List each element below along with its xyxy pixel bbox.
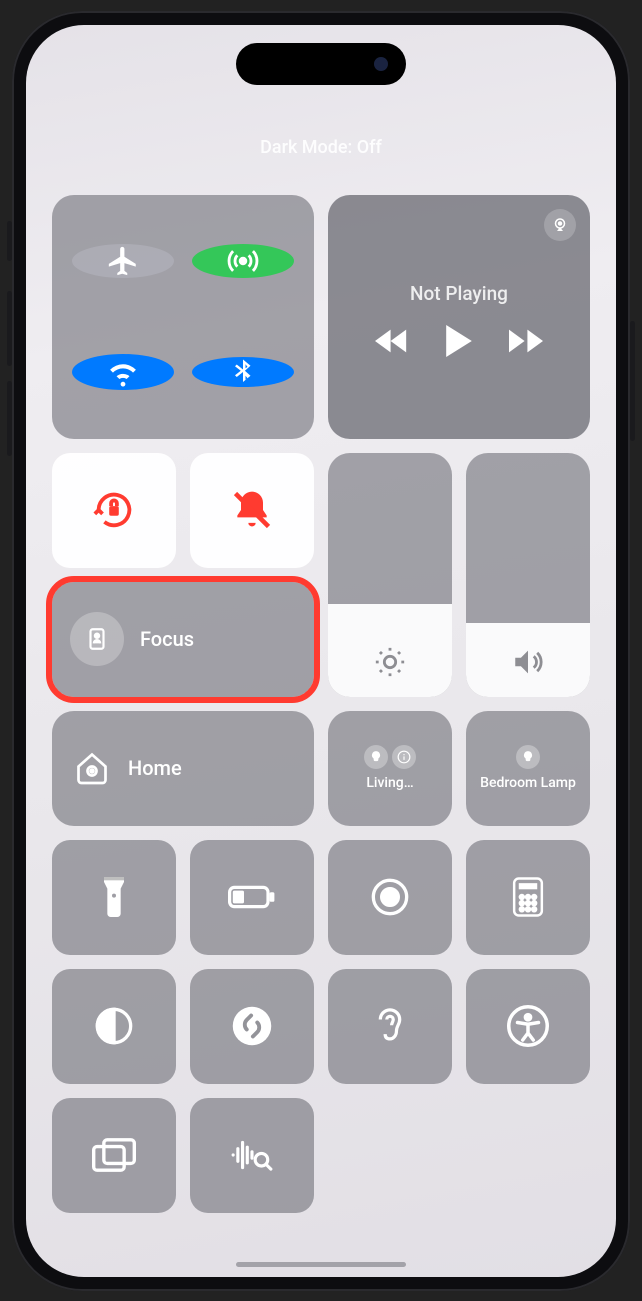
home-label: Home (128, 756, 182, 780)
media-controls[interactable]: Not Playing (328, 195, 590, 439)
wifi-icon (105, 354, 141, 390)
bulb-icon (521, 750, 535, 764)
accessory-living[interactable]: Living… (328, 711, 452, 826)
bell-slash-icon (230, 488, 274, 532)
antenna-icon (226, 244, 260, 278)
calculator-icon (512, 877, 544, 917)
accessibility-button[interactable] (466, 969, 590, 1084)
low-power-mode-button[interactable] (190, 840, 314, 955)
power-button (630, 321, 635, 441)
dynamic-island (236, 43, 406, 85)
bluetooth-toggle[interactable] (192, 357, 294, 387)
volume-down-button (7, 381, 12, 456)
forward-icon[interactable] (509, 327, 543, 355)
sun-icon (373, 645, 407, 679)
sound-recognition-button[interactable] (190, 1098, 314, 1213)
flashlight-icon (100, 877, 128, 917)
dark-mode-icon (94, 1006, 134, 1046)
transport-controls (375, 325, 543, 357)
home-button[interactable]: Home (52, 711, 314, 826)
ringer-switch (7, 221, 12, 261)
accessory-label: Bedroom Lamp (480, 775, 576, 791)
accessory-icons (516, 745, 540, 769)
airplane-icon (106, 244, 140, 278)
connectivity-group[interactable] (52, 195, 314, 439)
airplane-mode-toggle[interactable] (72, 244, 174, 278)
battery-icon (228, 884, 276, 910)
calculator-button[interactable] (466, 840, 590, 955)
bulb-icon (369, 750, 383, 764)
focus-toggle[interactable]: Focus (52, 582, 314, 697)
info-icon (397, 750, 411, 764)
flashlight-button[interactable] (52, 840, 176, 955)
hearing-button[interactable] (328, 969, 452, 1084)
shazam-icon (231, 1005, 273, 1047)
waveform-search-icon (230, 1136, 274, 1174)
volume-slider[interactable] (466, 453, 590, 697)
silent-mode-toggle[interactable] (190, 453, 314, 568)
airplay-button[interactable] (544, 209, 576, 241)
control-grid: Not Playing (52, 195, 590, 1257)
cellular-data-toggle[interactable] (192, 244, 294, 278)
screen-recording-button[interactable] (328, 840, 452, 955)
accessory-label: Living… (366, 775, 413, 791)
home-indicator[interactable] (236, 1262, 406, 1267)
media-title: Not Playing (410, 282, 508, 305)
record-icon (370, 877, 410, 917)
focus-icon-circle (70, 612, 124, 666)
rectangles-icon (92, 1137, 136, 1173)
brightness-slider[interactable] (328, 453, 452, 697)
orientation-lock-icon (91, 487, 137, 533)
dark-mode-button[interactable] (52, 969, 176, 1084)
status-toast: Dark Mode: Off (26, 137, 616, 158)
phone-frame: Dark Mode: Off (12, 11, 630, 1291)
play-icon[interactable] (445, 325, 473, 357)
airplay-icon (551, 216, 569, 234)
control-center: Dark Mode: Off (26, 25, 616, 1277)
rewind-icon[interactable] (375, 327, 409, 355)
volume-up-button (7, 291, 12, 366)
ear-icon (372, 1005, 408, 1047)
screen-mirroring-button[interactable] (52, 1098, 176, 1213)
wifi-toggle[interactable] (72, 354, 174, 390)
bluetooth-icon (228, 357, 258, 387)
accessory-icons (364, 745, 416, 769)
accessory-bedroom-lamp[interactable]: Bedroom Lamp (466, 711, 590, 826)
shazam-button[interactable] (190, 969, 314, 1084)
speaker-icon (511, 645, 545, 679)
home-icon (74, 750, 110, 786)
focus-label: Focus (140, 627, 194, 651)
accessibility-icon (507, 1005, 549, 1047)
orientation-lock-toggle[interactable] (52, 453, 176, 568)
focus-badge-icon (84, 626, 110, 652)
